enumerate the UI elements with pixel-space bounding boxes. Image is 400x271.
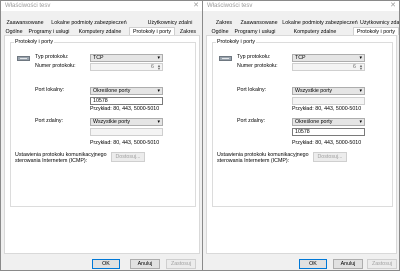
protocol-number-stepper[interactable]: 6 ▲ ▼ [90, 63, 163, 71]
tab-panel: Protokoły i porty Typ protokołu: TCP ▾ N… [4, 35, 200, 254]
tab-general[interactable]: Ogólne [3, 27, 25, 35]
remote-port-label: Port zdalny: [237, 118, 265, 124]
protocol-number-label: Numer protokołu: [237, 63, 278, 69]
tab-scope[interactable]: Zakres [177, 27, 199, 35]
title-bar[interactable]: Właściwości tesv ✕ [1, 1, 202, 11]
chevron-down-icon: ▾ [359, 119, 362, 125]
tab-advanced[interactable]: Zaawansowane [5, 18, 45, 26]
protocol-number-stepper[interactable]: 6 ▲ ▼ [292, 63, 365, 71]
cancel-button[interactable]: Anuluj [333, 259, 363, 269]
tab-scope[interactable]: Zakres [213, 18, 235, 26]
protocol-number-value: 6 [151, 64, 154, 70]
tab-protocols-ports[interactable]: Protokoły i porty [353, 27, 399, 35]
tab-remote-users[interactable]: Użytkownicy zdalni [141, 18, 199, 26]
icmp-customize-button[interactable]: Dostosuj... [111, 152, 145, 162]
local-port-mode: Określone porty [93, 88, 131, 94]
remote-port-input[interactable]: 10578 [292, 128, 365, 136]
cancel-button[interactable]: Anuluj [130, 259, 160, 269]
chevron-down-icon: ▾ [157, 119, 160, 125]
remote-port-hint: Przykład: 80, 443, 5000-5010 [292, 140, 362, 146]
remote-port-mode: Wszystkie porty [93, 119, 131, 125]
tab-panel: Protokoły i porty Typ protokołu: TCP ▾ N… [206, 35, 397, 254]
tab-local-principals[interactable]: Lokalne podmioty zabezpieczeń [47, 18, 131, 26]
title-bar[interactable]: Właściwości tesv ✕ [203, 1, 399, 11]
remote-port-label: Port zdalny: [35, 118, 63, 124]
chevron-down-icon: ▾ [157, 55, 160, 61]
local-port-input[interactable] [292, 97, 365, 105]
group-title: Protokoły i porty [14, 39, 54, 46]
remote-port-dropdown[interactable]: Wszystkie porty ▾ [90, 118, 163, 126]
local-port-value: 10578 [93, 98, 108, 104]
computer-icon [17, 54, 31, 63]
icmp-customize-button[interactable]: Dostosuj... [313, 152, 347, 162]
protocol-number-value: 6 [353, 64, 356, 70]
protocol-type-value: TCP [295, 55, 306, 61]
local-port-input[interactable]: 10578 [90, 97, 163, 105]
protocol-type-label: Typ protokołu: [237, 54, 271, 60]
protocol-type-label: Typ protokołu: [35, 54, 69, 60]
ok-button[interactable]: OK [92, 259, 120, 269]
local-port-dropdown[interactable]: Wszystkie porty ▾ [292, 87, 365, 95]
local-port-label: Port lokalny: [35, 87, 65, 93]
remote-port-mode: Określone porty [295, 119, 333, 125]
tab-remote-computers[interactable]: Komputery zdalne [279, 27, 351, 35]
protocol-type-dropdown[interactable]: TCP ▾ [90, 54, 163, 62]
tab-row-top: Zakres Zaawansowane Lokalne podmioty zab… [205, 18, 399, 26]
local-port-mode: Wszystkie porty [295, 88, 333, 94]
local-port-hint: Przykład: 80, 443, 5000-5010 [292, 106, 362, 112]
tab-remote-computers[interactable]: Komputery zdalne [73, 27, 127, 35]
tab-row-bottom: Ogólne Programy i usługi Komputery zdaln… [205, 27, 399, 35]
chevron-down-icon: ▾ [359, 55, 362, 61]
spinner-arrows-icon[interactable]: ▲ ▼ [157, 64, 161, 71]
local-port-hint: Przykład: 80, 443, 5000-5010 [90, 106, 160, 112]
tab-programs-services[interactable]: Programy i usługi [27, 27, 71, 35]
window-title: Właściwości tesv [5, 3, 51, 9]
chevron-down-icon: ▾ [157, 88, 160, 94]
window-title: Właściwości tesv [207, 3, 253, 9]
close-icon[interactable]: ✕ [390, 2, 396, 9]
spinner-arrows-icon[interactable]: ▲ ▼ [359, 64, 363, 71]
tab-remote-users[interactable]: Użytkownicy zdalni [359, 18, 399, 26]
properties-window-left: Właściwości tesv ✕ Zaawansowane Lokalne … [0, 0, 203, 271]
tab-row-top: Zaawansowane Lokalne podmioty zabezpiecz… [3, 18, 201, 26]
ok-button[interactable]: OK [299, 259, 327, 269]
tab-advanced[interactable]: Zaawansowane [239, 18, 279, 26]
icmp-settings-label-line2: sterowania Internetem (ICMP): [217, 158, 290, 164]
apply-button[interactable]: Zastosuj [367, 259, 397, 269]
protocol-number-label: Numer protokołu: [35, 63, 76, 69]
icmp-settings-label-line2: sterowania Internetem (ICMP): [15, 158, 88, 164]
local-port-dropdown[interactable]: Określone porty ▾ [90, 87, 163, 95]
chevron-down-icon: ▾ [359, 88, 362, 94]
tab-protocols-ports[interactable]: Protokoły i porty [129, 27, 175, 35]
tab-general[interactable]: Ogólne [209, 27, 231, 35]
protocol-type-value: TCP [93, 55, 104, 61]
properties-window-right: Właściwości tesv ✕ Zakres Zaawansowane L… [202, 0, 400, 271]
remote-port-hint: Przykład: 80, 443, 5000-5010 [90, 140, 160, 146]
protocols-ports-group: Protokoły i porty Typ protokołu: TCP ▾ N… [212, 39, 393, 207]
remote-port-value: 10578 [295, 129, 310, 135]
tab-programs-services[interactable]: Programy i usługi [233, 27, 277, 35]
tab-row-bottom: Ogólne Programy i usługi Komputery zdaln… [3, 27, 201, 35]
apply-button[interactable]: Zastosuj [166, 259, 196, 269]
computer-icon [219, 54, 233, 63]
protocols-ports-group: Protokoły i porty Typ protokołu: TCP ▾ N… [10, 39, 196, 207]
group-title: Protokoły i porty [216, 39, 256, 46]
remote-port-input[interactable] [90, 128, 163, 136]
local-port-label: Port lokalny: [237, 87, 267, 93]
remote-port-dropdown[interactable]: Określone porty ▾ [292, 118, 365, 126]
close-icon[interactable]: ✕ [193, 2, 199, 9]
tab-local-principals[interactable]: Lokalne podmioty zabezpieczeń [281, 18, 359, 26]
protocol-type-dropdown[interactable]: TCP ▾ [292, 54, 365, 62]
